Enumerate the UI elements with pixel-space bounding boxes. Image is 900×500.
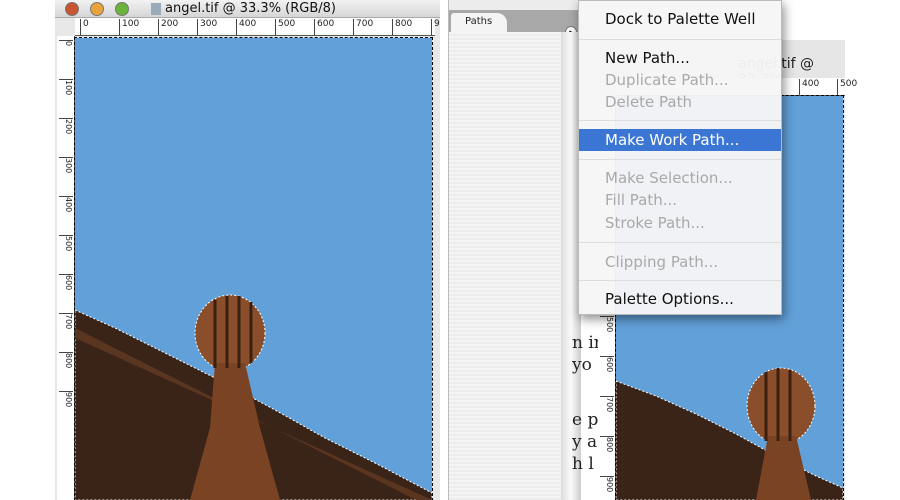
ruler-label: 800 (600, 436, 614, 452)
menu-item-stroke-path: Stroke Path... (605, 214, 705, 232)
ruler-label: 800 (59, 352, 73, 368)
angel-statue-image (75, 294, 432, 500)
background-text: yo (572, 355, 592, 375)
ruler-label: 200 (59, 118, 73, 134)
menu-separator (579, 280, 781, 281)
ruler-label: 400 (236, 19, 256, 35)
menu-separator (579, 120, 781, 121)
paths-palette: Paths ▸ (448, 0, 581, 500)
menu-item-palette-options[interactable]: Palette Options... (579, 288, 781, 310)
ruler-label: 0 (80, 19, 89, 35)
file-icon (151, 3, 161, 15)
menu-item-duplicate-path: Duplicate Path... (605, 71, 729, 89)
ruler-label: 800 (392, 19, 412, 35)
ruler-label: 500 (275, 19, 295, 35)
ruler-label: 9 (431, 19, 440, 35)
background-text: y a (572, 432, 598, 452)
menu-separator (579, 242, 781, 243)
tab-paths[interactable]: Paths (451, 13, 507, 32)
ruler-label: 500 (837, 79, 857, 95)
paths-list (449, 32, 561, 500)
menu-item-dock-to-palette-well[interactable]: Dock to Palette Well (579, 8, 781, 30)
ruler-label: 400 (59, 196, 73, 212)
ruler-label: 900 (59, 391, 73, 407)
menu-item-make-selection: Make Selection... (605, 169, 733, 187)
ruler-label: 700 (353, 19, 373, 35)
menu-separator (579, 39, 781, 40)
ruler-label: 700 (600, 396, 614, 412)
ruler-label: 600 (59, 274, 73, 290)
ruler-label: 700 (59, 313, 73, 329)
palette-tab-bar: Paths ▸ (449, 10, 580, 38)
menu-item-clipping-path: Clipping Path... (605, 253, 719, 271)
ruler-label: 400 (799, 79, 819, 95)
ruler-label: 500 (600, 316, 614, 332)
menu-separator (579, 159, 781, 160)
ruler-label: 300 (59, 157, 73, 173)
title-bar: angel.tif @ 33.3% (RGB/8) (55, 0, 440, 18)
minimize-button[interactable] (90, 2, 104, 16)
ruler-label: 600 (600, 356, 614, 372)
menu-item-fill-path: Fill Path... (605, 191, 678, 209)
ruler-label: 100 (59, 79, 73, 95)
ruler-label: 200 (158, 19, 178, 35)
background-text: h l (572, 454, 594, 474)
document-title: angel.tif @ 33.3% (RGB/8) (165, 1, 336, 16)
image-canvas[interactable] (74, 37, 433, 500)
ruler-label: 100 (119, 19, 139, 35)
menu-item-new-path[interactable]: New Path... (579, 47, 781, 69)
horizontal-ruler: 0 100 200 300 400 500 600 700 800 9 (75, 18, 440, 36)
ruler-label: 300 (197, 19, 217, 35)
document-window: angel.tif @ 33.3% (RGB/8) 0 100 200 300 … (55, 0, 440, 500)
ruler-label: 900 (600, 476, 614, 492)
ruler-label: 500 (59, 235, 73, 251)
close-button[interactable] (65, 2, 79, 16)
palette-menu: Dock to Palette Well New Path... Duplica… (578, 0, 782, 315)
menu-item-make-work-path[interactable]: Make Work Path... (579, 129, 781, 151)
background-text: e p (572, 410, 599, 430)
ruler-label: 600 (314, 19, 334, 35)
zoom-button[interactable] (115, 2, 129, 16)
ruler-label: 0 (59, 40, 73, 46)
menu-item-delete-path: Delete Path (605, 93, 693, 111)
vertical-ruler: 0 100 200 300 400 500 600 700 800 900 (57, 36, 75, 500)
